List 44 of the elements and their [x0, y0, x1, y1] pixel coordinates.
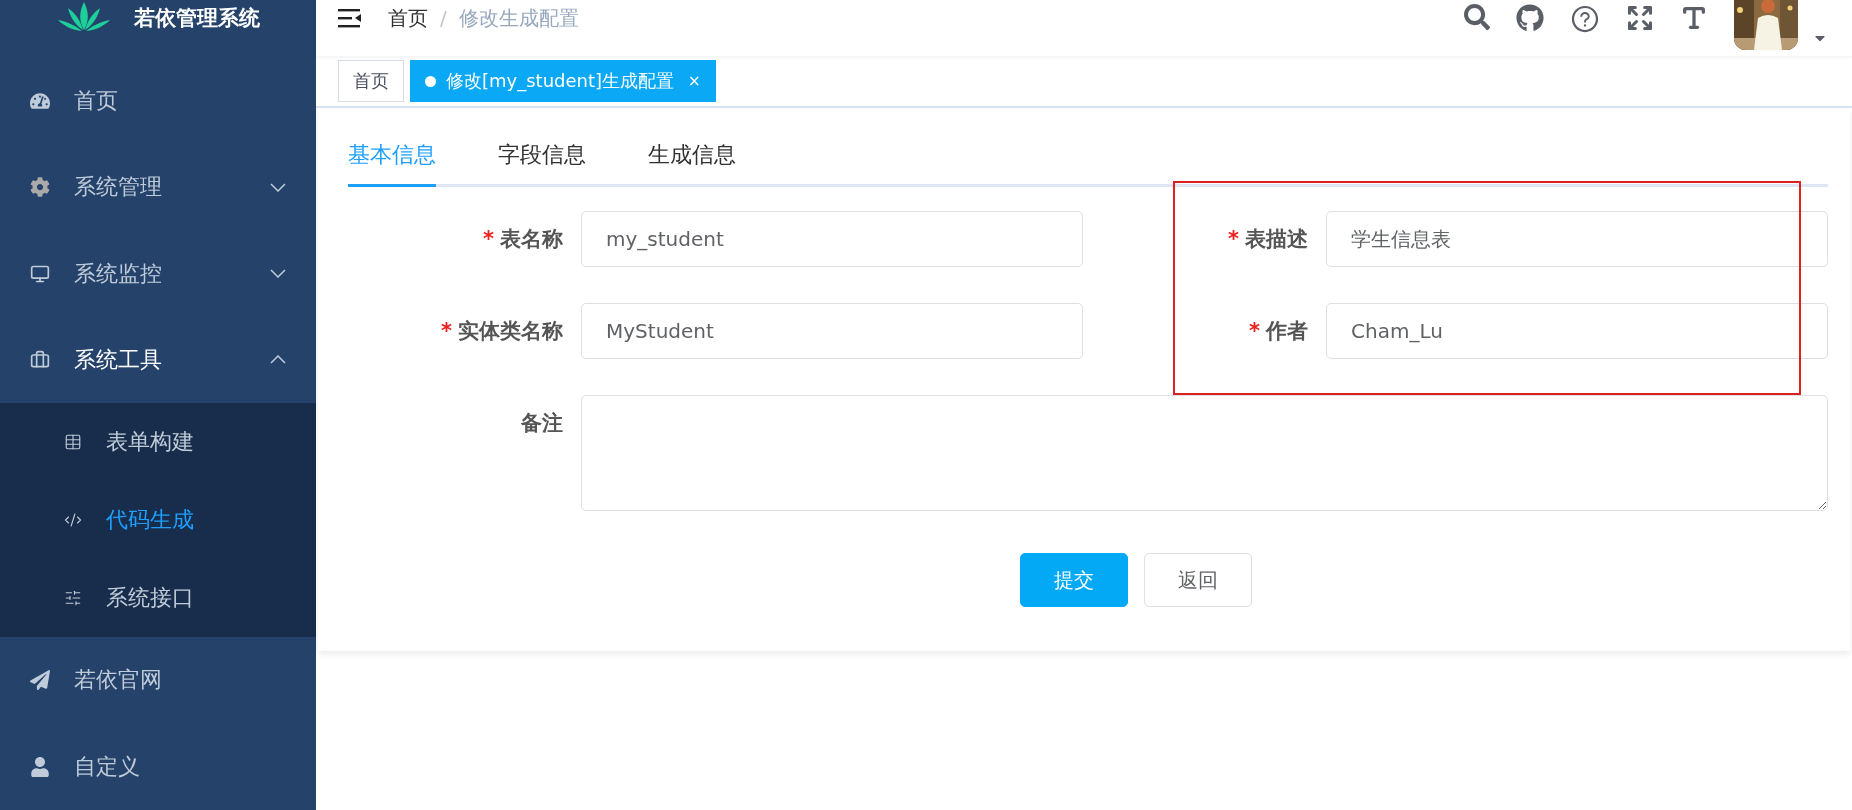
search-icon[interactable]: [1464, 4, 1490, 30]
tab-label: 首页: [353, 69, 389, 93]
text-size-icon[interactable]: [1680, 4, 1708, 32]
active-dot-icon: [425, 75, 436, 87]
page-tab[interactable]: 首页: [338, 60, 404, 102]
field-label: * 表描述: [1227, 226, 1308, 253]
table-icon: [64, 433, 82, 452]
github-icon[interactable]: [1516, 4, 1544, 32]
help-icon[interactable]: [1570, 4, 1600, 34]
menu-item[interactable]: 自定义: [0, 723, 316, 810]
code-icon: [64, 511, 82, 530]
input-field[interactable]: my_student: [581, 211, 1083, 267]
menu-item[interactable]: 系统监控: [0, 230, 316, 317]
submenu-item[interactable]: 系统接口: [0, 559, 316, 638]
settings-icon: [30, 177, 50, 198]
submenu-item[interactable]: 表单构建: [0, 403, 316, 482]
breadcrumb-link[interactable]: 首页: [388, 4, 428, 32]
user-icon: [30, 756, 50, 777]
tab-label: 修改[my_student]生成配置: [446, 69, 675, 93]
field-label: * 表名称: [482, 226, 563, 253]
monitor-icon: [30, 263, 50, 284]
menu-item[interactable]: 若依官网: [0, 637, 316, 724]
input-field[interactable]: 学生信息表: [1326, 211, 1828, 267]
submenu-item[interactable]: 代码生成: [0, 481, 316, 560]
menu-item[interactable]: 系统管理: [0, 144, 316, 231]
menu-item[interactable]: 首页: [0, 57, 316, 144]
input-field[interactable]: Cham_Lu: [1326, 303, 1828, 359]
input-field[interactable]: MyStudent: [581, 303, 1083, 359]
leaf-logo-icon: [56, 2, 112, 32]
sliders-icon: [64, 589, 82, 608]
field-label: 备注: [520, 410, 563, 437]
paper-plane-icon: [30, 670, 50, 691]
menu-item[interactable]: 系统工具: [0, 316, 316, 404]
back-button[interactable]: 返回: [1143, 553, 1252, 607]
breadcrumb-separator: /: [440, 6, 447, 30]
field-label: * 作者: [1248, 318, 1308, 345]
tab[interactable]: 字段信息: [498, 130, 586, 187]
menu-icon[interactable]: [338, 7, 362, 29]
briefcase-icon: [30, 349, 50, 370]
tab[interactable]: 生成信息: [648, 130, 736, 187]
fullscreen-icon[interactable]: [1626, 4, 1654, 32]
field-label: * 实体类名称: [440, 318, 563, 345]
dashboard-icon: [30, 90, 50, 111]
app-title: 若依管理系统: [134, 5, 260, 32]
